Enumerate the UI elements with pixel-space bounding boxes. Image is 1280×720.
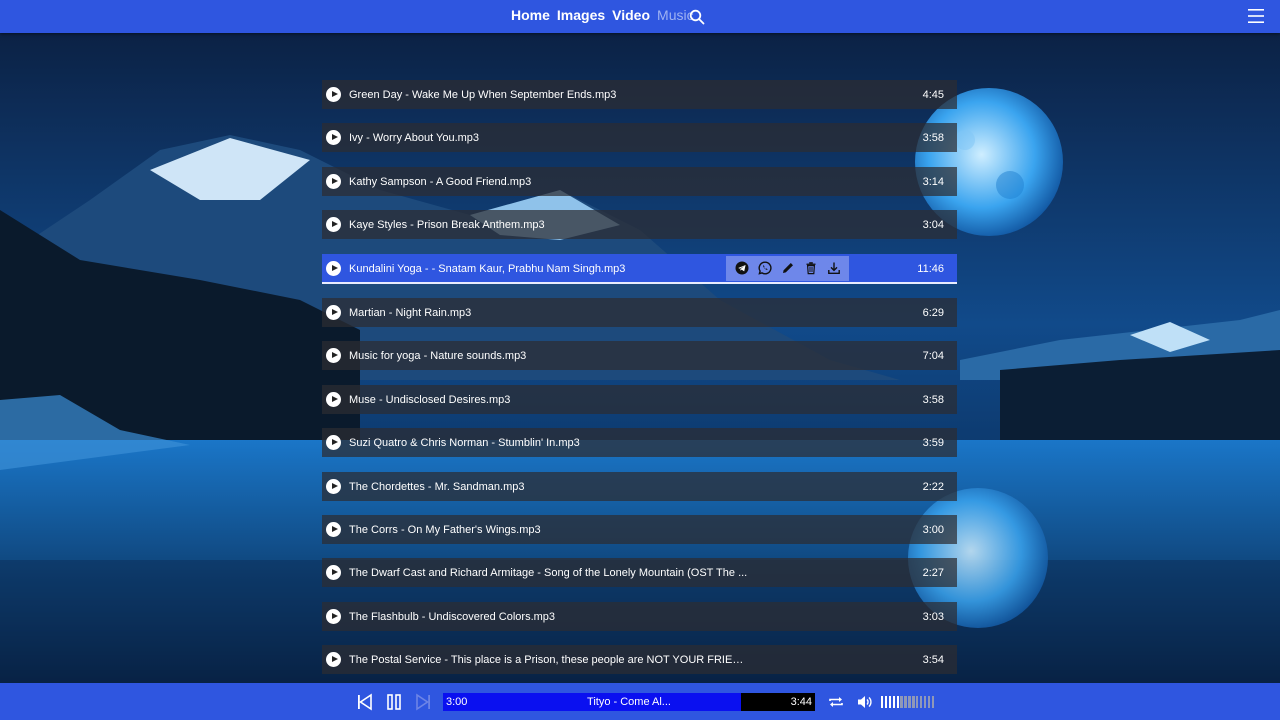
track-title: Green Day - Wake Me Up When September En… (349, 89, 617, 101)
edit-pencil-icon[interactable] (780, 260, 796, 276)
volume-segment[interactable] (896, 696, 899, 708)
viber-icon[interactable] (757, 260, 773, 276)
track-row[interactable]: Suzi Quatro & Chris Norman - Stumblin' I… (322, 428, 957, 458)
volume-segment[interactable] (900, 696, 903, 708)
track-duration: 3:03 (922, 610, 944, 623)
track-duration: 2:27 (922, 567, 944, 580)
track-title: Martian - Night Rain.mp3 (349, 306, 472, 319)
play-icon[interactable] (326, 391, 341, 407)
track-row[interactable]: The Flashbulb - Undiscovered Colors.mp3 … (322, 601, 957, 631)
repeat-icon[interactable] (827, 693, 845, 711)
volume-segment[interactable] (908, 696, 911, 708)
track-title: Music for yoga - Nature sounds.mp3 (349, 350, 527, 363)
play-icon[interactable] (326, 173, 341, 189)
nav-video[interactable]: Video (612, 7, 650, 23)
pause-icon[interactable] (385, 693, 403, 711)
track-row[interactable]: The Postal Service - This place is a Pri… (322, 645, 957, 675)
track-title: Kundalini Yoga - - Snatam Kaur, Prabhu N… (349, 262, 626, 275)
progress-bar[interactable]: 3:00 Tityo - Come Al... 3:44 (443, 693, 815, 711)
hamburger-menu-icon[interactable] (1247, 7, 1265, 25)
track-row[interactable]: The Corrs - On My Father's Wings.mp3 3:0… (322, 514, 957, 544)
track-duration: 6:29 (922, 306, 944, 319)
play-icon[interactable] (326, 130, 341, 146)
trash-icon[interactable] (803, 260, 819, 276)
top-navbar: Home Images Video Music (0, 0, 1280, 33)
nav-images[interactable]: Images (557, 7, 605, 23)
play-icon[interactable] (326, 87, 341, 102)
track-title: The Flashbulb - Undiscovered Colors.mp3 (349, 610, 556, 623)
volume-segment[interactable] (919, 696, 923, 708)
play-icon[interactable] (326, 652, 341, 668)
volume-segment[interactable] (916, 696, 919, 708)
track-duration: 2:22 (922, 480, 944, 493)
track-row[interactable]: The Dwarf Cast and Richard Armitage - So… (322, 558, 957, 588)
total-time: 3:44 (790, 696, 812, 708)
track-row[interactable]: Ivy - Worry About You.mp3 3:58 (322, 123, 957, 153)
play-icon[interactable] (326, 608, 341, 624)
now-playing-title: Tityo - Come Al... (587, 696, 671, 708)
volume-segment[interactable] (927, 696, 931, 708)
telegram-icon[interactable] (734, 260, 750, 276)
track-row[interactable]: Music for yoga - Nature sounds.mp3 7:04 (322, 341, 957, 371)
track-title: The Corrs - On My Father's Wings.mp3 (349, 523, 541, 536)
playlist: Green Day - Wake Me Up When September En… (322, 80, 957, 688)
volume-segment[interactable] (884, 696, 888, 708)
volume-segment[interactable] (888, 696, 892, 708)
track-title: The Postal Service - This place is a Pri… (349, 654, 749, 667)
audio-player-bar: 3:00 Tityo - Come Al... 3:44 (0, 683, 1280, 720)
play-icon[interactable] (326, 260, 341, 276)
track-row[interactable]: Kathy Sampson - A Good Friend.mp3 3:14 (322, 166, 957, 196)
volume-slider[interactable] (881, 696, 934, 708)
track-row[interactable]: The Chordettes - Mr. Sandman.mp3 2:22 (322, 471, 957, 501)
track-row[interactable]: Kaye Styles - Prison Break Anthem.mp3 3:… (322, 210, 957, 240)
track-row-active[interactable]: Kundalini Yoga - - Snatam Kaur, Prabhu N… (322, 253, 957, 284)
track-actions (726, 255, 849, 281)
track-duration: 3:59 (922, 437, 944, 450)
track-title: Suzi Quatro & Chris Norman - Stumblin' I… (349, 437, 580, 450)
track-duration: 3:58 (922, 132, 944, 145)
nav-home[interactable]: Home (511, 7, 550, 23)
play-icon[interactable] (326, 217, 341, 233)
play-icon[interactable] (326, 521, 341, 537)
volume-segment[interactable] (931, 696, 934, 708)
play-icon[interactable] (326, 478, 341, 494)
track-duration: 3:00 (922, 523, 944, 536)
track-title: The Dwarf Cast and Richard Armitage - So… (349, 567, 748, 580)
track-duration: 11:46 (917, 262, 944, 275)
track-duration: 4:45 (922, 89, 944, 101)
search-icon[interactable] (689, 9, 705, 25)
volume-icon[interactable] (856, 693, 874, 711)
track-title: Muse - Undisclosed Desires.mp3 (349, 393, 511, 406)
download-icon[interactable] (826, 260, 842, 276)
main-nav: Home Images Video Music (511, 7, 694, 23)
volume-segment[interactable] (881, 696, 884, 708)
track-row[interactable]: Green Day - Wake Me Up When September En… (322, 80, 957, 109)
previous-icon[interactable] (356, 693, 374, 711)
track-duration: 3:04 (922, 219, 944, 232)
track-row[interactable]: Muse - Undisclosed Desires.mp3 3:58 (322, 384, 957, 414)
next-icon[interactable] (414, 693, 432, 711)
play-icon[interactable] (326, 348, 341, 364)
track-title: Kaye Styles - Prison Break Anthem.mp3 (349, 219, 545, 232)
volume-segment[interactable] (923, 696, 927, 708)
volume-segment[interactable] (904, 696, 907, 708)
play-icon[interactable] (326, 565, 341, 581)
track-duration: 3:54 (922, 654, 944, 667)
track-duration: 7:04 (922, 350, 944, 363)
track-duration: 3:58 (922, 393, 944, 406)
track-title: The Chordettes - Mr. Sandman.mp3 (349, 480, 525, 493)
volume-segment[interactable] (912, 696, 915, 708)
play-icon[interactable] (326, 304, 341, 320)
play-icon[interactable] (326, 435, 341, 451)
track-title: Kathy Sampson - A Good Friend.mp3 (349, 175, 532, 188)
volume-segment[interactable] (892, 696, 896, 708)
track-row[interactable]: Martian - Night Rain.mp3 6:29 (322, 297, 957, 327)
track-title: Ivy - Worry About You.mp3 (349, 132, 480, 145)
track-duration: 3:14 (922, 175, 944, 188)
